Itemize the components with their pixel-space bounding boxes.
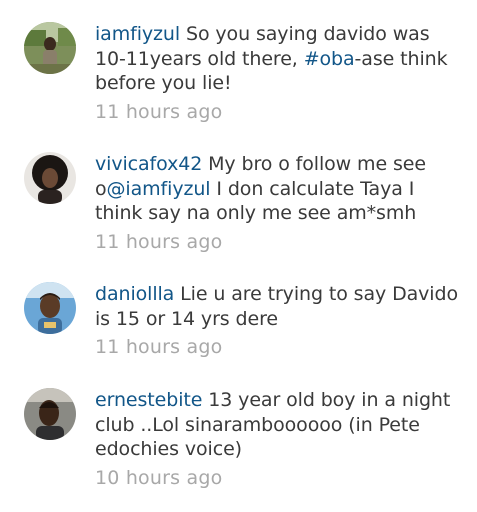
comment-body: vivicafox42 My bro o follow me see o@iam… bbox=[95, 152, 465, 254]
user-avatar[interactable] bbox=[24, 152, 76, 204]
comment-timestamp: 11 hours ago bbox=[95, 230, 223, 253]
avatar-photo-afro bbox=[24, 152, 76, 204]
comment-list: iamfiyzul So you saying davido was 10-11… bbox=[0, 0, 477, 512]
comment-text: ernestebite 13 year old boy in a night c… bbox=[95, 388, 465, 462]
user-avatar[interactable] bbox=[24, 388, 76, 440]
comment-text: iamfiyzul So you saying davido was 10-11… bbox=[95, 22, 465, 96]
comment-body: daniollla Lie u are trying to say Davido… bbox=[95, 282, 465, 359]
comment-timestamp: 10 hours ago bbox=[95, 466, 223, 489]
avatar-photo-selfie bbox=[24, 388, 76, 440]
comment-username[interactable]: iamfiyzul bbox=[95, 23, 180, 45]
comment-username[interactable]: vivicafox42 bbox=[95, 153, 202, 175]
comment-body: iamfiyzul So you saying davido was 10-11… bbox=[95, 22, 465, 124]
hashtag-link[interactable]: #oba bbox=[304, 48, 355, 70]
comment-body: ernestebite 13 year old boy in a night c… bbox=[95, 388, 465, 490]
comment-text: daniollla Lie u are trying to say Davido… bbox=[95, 282, 465, 331]
comment-username[interactable]: ernestebite bbox=[95, 389, 202, 411]
comment-timestamp: 11 hours ago bbox=[95, 336, 223, 358]
mention-link[interactable]: @iamfiyzul bbox=[107, 178, 211, 200]
user-avatar[interactable] bbox=[24, 282, 76, 334]
comment-text: vivicafox42 My bro o follow me see o@iam… bbox=[95, 152, 465, 226]
avatar-photo-portrait bbox=[24, 282, 76, 334]
comment-username[interactable]: daniollla bbox=[95, 283, 174, 305]
avatar-photo-outdoor bbox=[24, 22, 76, 74]
user-avatar[interactable] bbox=[24, 22, 76, 74]
comment-timestamp: 11 hours ago bbox=[95, 100, 223, 123]
